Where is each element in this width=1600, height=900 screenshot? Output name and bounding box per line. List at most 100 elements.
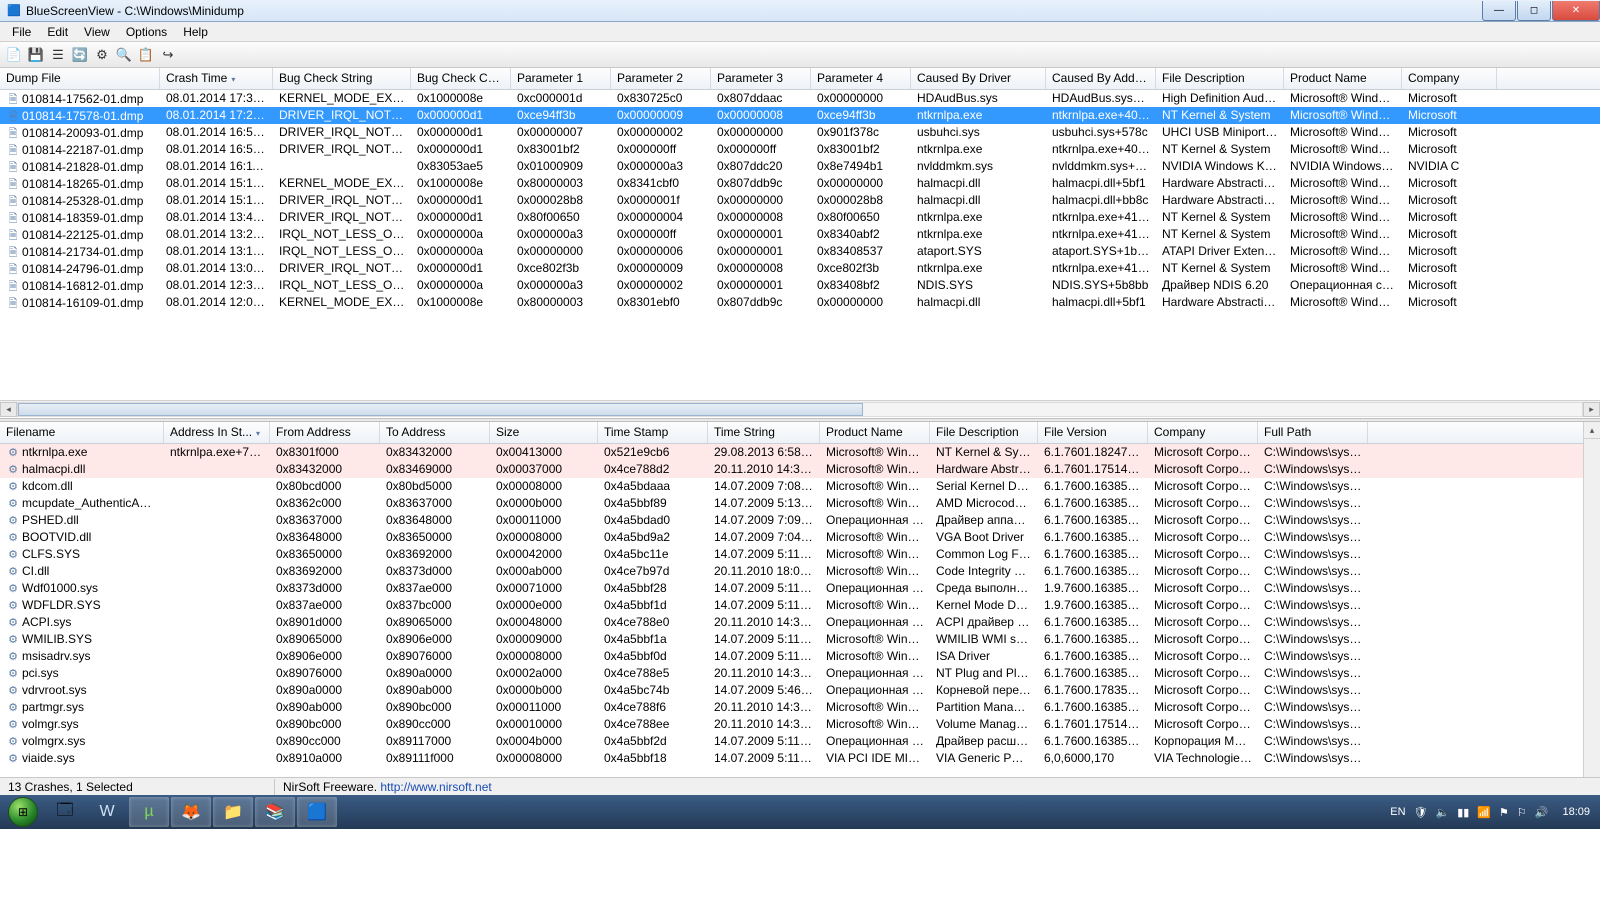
table-row[interactable]: ⚙volmgrx.sys0x890cc0000x891170000x0004b0… [0, 733, 1583, 750]
properties-icon[interactable]: ☰ [48, 45, 68, 65]
column-header[interactable]: Time Stamp [598, 422, 708, 443]
table-row[interactable]: 🗎010814-17578-01.dmp08.01.2014 17:27:10D… [0, 107, 1600, 124]
column-header[interactable]: Product Name [820, 422, 930, 443]
refresh-icon[interactable]: 🔄 [70, 45, 90, 65]
column-header[interactable]: Parameter 3 [711, 68, 811, 89]
tray-speaker-icon[interactable]: 🔈 [1436, 806, 1450, 819]
module-list-header[interactable]: FilenameAddress In St...▾From AddressTo … [0, 422, 1583, 444]
menu-edit[interactable]: Edit [39, 23, 76, 41]
table-row[interactable]: ⚙CLFS.SYS0x836500000x836920000x000420000… [0, 546, 1583, 563]
table-row[interactable]: 🗎010814-16812-01.dmp08.01.2014 12:39:01I… [0, 277, 1600, 294]
table-row[interactable]: ⚙CI.dll0x836920000x8373d0000x000ab0000x4… [0, 563, 1583, 580]
column-header[interactable]: Parameter 2 [611, 68, 711, 89]
module-list-vscrollbar[interactable]: ▴ [1583, 422, 1600, 777]
column-header[interactable]: Bug Check String [273, 68, 411, 89]
find-icon[interactable]: 🔍 [114, 45, 134, 65]
table-row[interactable]: 🗎010814-16109-01.dmp08.01.2014 12:00:44K… [0, 294, 1600, 311]
column-header[interactable]: Crash Time▾ [160, 68, 273, 89]
table-row[interactable]: 🗎010814-18359-01.dmp08.01.2014 13:44:50D… [0, 209, 1600, 226]
table-row[interactable]: ⚙kdcom.dll0x80bcd0000x80bd50000x00008000… [0, 478, 1583, 495]
table-row[interactable]: ⚙WDFLDR.SYS0x837ae0000x837bc0000x0000e00… [0, 597, 1583, 614]
column-header[interactable]: To Address [380, 422, 490, 443]
menu-file[interactable]: File [4, 23, 39, 41]
table-row[interactable]: 🗎010814-24796-01.dmp08.01.2014 13:07:15D… [0, 260, 1600, 277]
table-row[interactable]: ⚙PSHED.dll0x836370000x836480000x00011000… [0, 512, 1583, 529]
column-header[interactable]: From Address [270, 422, 380, 443]
options-icon[interactable]: ⚙ [92, 45, 112, 65]
tray-lang[interactable]: EN [1390, 806, 1405, 818]
module-list-body[interactable]: ⚙ntkrnlpa.exentkrnlpa.exe+7a7630x8301f00… [0, 444, 1583, 776]
tray-flag-icon[interactable]: ⚑ [1499, 806, 1509, 819]
table-row[interactable]: ⚙ACPI.sys0x8901d0000x890650000x000480000… [0, 614, 1583, 631]
taskbar-folder-icon[interactable]: 📁 [213, 797, 253, 827]
tray-network-icon[interactable]: 📶 [1477, 806, 1491, 819]
column-header[interactable]: Bug Check Code [411, 68, 511, 89]
scroll-up-icon[interactable]: ▴ [1584, 422, 1600, 439]
table-row[interactable]: ⚙pci.sys0x890760000x890a00000x0002a0000x… [0, 665, 1583, 682]
column-header[interactable]: Parameter 4 [811, 68, 911, 89]
column-header[interactable]: File Description [1156, 68, 1284, 89]
tray-shield-icon[interactable]: 🛡 [1414, 806, 1428, 819]
system-tray[interactable]: EN 🛡 🔈 ▮▮ 📶 ⚑ ⚐ 🔊 18:09 [1386, 806, 1598, 819]
column-header[interactable]: Full Path [1258, 422, 1368, 443]
tray-volume-icon[interactable]: 🔊 [1535, 806, 1549, 819]
column-header[interactable]: Time String [708, 422, 820, 443]
scroll-right-icon[interactable]: ▸ [1583, 402, 1600, 417]
table-row[interactable]: ⚙WMILIB.SYS0x890650000x8906e0000x0000900… [0, 631, 1583, 648]
table-row[interactable]: ⚙partmgr.sys0x890ab0000x890bc0000x000110… [0, 699, 1583, 716]
table-row[interactable]: 🗎010814-22125-01.dmp08.01.2014 13:24:36I… [0, 226, 1600, 243]
table-row[interactable]: 🗎010814-18265-01.dmp08.01.2014 15:16:36K… [0, 175, 1600, 192]
column-header[interactable]: Size [490, 422, 598, 443]
scroll-thumb[interactable] [18, 403, 863, 416]
table-row[interactable]: 🗎010814-25328-01.dmp08.01.2014 15:13:25D… [0, 192, 1600, 209]
open-icon[interactable]: 📄 [4, 45, 24, 65]
table-row[interactable]: ⚙vdrvroot.sys0x890a00000x890ab0000x0000b… [0, 682, 1583, 699]
crash-list-hscrollbar[interactable]: ◂ ▸ [0, 400, 1600, 417]
table-row[interactable]: ⚙msisadrv.sys0x8906e0000x890760000x00008… [0, 648, 1583, 665]
column-header[interactable]: File Description [930, 422, 1038, 443]
table-row[interactable]: ⚙ntkrnlpa.exentkrnlpa.exe+7a7630x8301f00… [0, 444, 1583, 461]
maximize-button[interactable]: ◻ [1517, 1, 1551, 21]
tray-action-icon[interactable]: ⚐ [1517, 806, 1527, 819]
table-row[interactable]: ⚙BOOTVID.dll0x836480000x836500000x000080… [0, 529, 1583, 546]
table-row[interactable]: 🗎010814-21828-01.dmp08.01.2014 16:11:570… [0, 158, 1600, 175]
taskbar-word-icon[interactable]: W [87, 797, 127, 827]
taskbar-explorer-icon[interactable]: 🗔 [45, 797, 85, 827]
scroll-left-icon[interactable]: ◂ [0, 402, 17, 417]
table-row[interactable]: 🗎010814-20093-01.dmp08.01.2014 16:59:02D… [0, 124, 1600, 141]
table-row[interactable]: ⚙viaide.sys0x8910a0000x89111f0000x000080… [0, 750, 1583, 767]
tray-app-icon[interactable]: ▮▮ [1457, 806, 1469, 819]
copy-icon[interactable]: 📋 [136, 45, 156, 65]
table-row[interactable]: ⚙Wdf01000.sys0x8373d0000x837ae0000x00071… [0, 580, 1583, 597]
table-row[interactable]: 🗎010814-17562-01.dmp08.01.2014 17:30:18K… [0, 90, 1600, 107]
taskbar-firefox-icon[interactable]: 🦊 [171, 797, 211, 827]
start-button[interactable]: ⊞ [2, 796, 44, 828]
column-header[interactable]: Dump File [0, 68, 160, 89]
column-header[interactable]: Product Name [1284, 68, 1402, 89]
crash-list-body[interactable]: 🗎010814-17562-01.dmp08.01.2014 17:30:18K… [0, 90, 1600, 400]
table-row[interactable]: ⚙mcupdate_AuthenticAMD.dll0x8362c0000x83… [0, 495, 1583, 512]
column-header[interactable]: Address In St...▾ [164, 422, 270, 443]
column-header[interactable]: Caused By Driver [911, 68, 1046, 89]
column-header[interactable]: Company [1148, 422, 1258, 443]
save-icon[interactable]: 💾 [26, 45, 46, 65]
table-row[interactable]: 🗎010814-21734-01.dmp08.01.2014 13:16:33I… [0, 243, 1600, 260]
table-row[interactable]: ⚙volmgr.sys0x890bc0000x890cc0000x0001000… [0, 716, 1583, 733]
nirsoft-link[interactable]: http://www.nirsoft.net [380, 780, 491, 794]
crash-list-header[interactable]: Dump FileCrash Time▾Bug Check StringBug … [0, 68, 1600, 90]
column-header[interactable]: Filename [0, 422, 164, 443]
column-header[interactable]: Parameter 1 [511, 68, 611, 89]
taskbar-bluescreenview-icon[interactable]: 🟦 [297, 797, 337, 827]
exit-icon[interactable]: ↪ [158, 45, 178, 65]
column-header[interactable]: Company [1402, 68, 1497, 89]
menu-help[interactable]: Help [175, 23, 216, 41]
column-header[interactable]: Caused By Address [1046, 68, 1156, 89]
taskbar-utorrent-icon[interactable]: µ [129, 797, 169, 827]
table-row[interactable]: ⚙halmacpi.dll0x834320000x834690000x00037… [0, 461, 1583, 478]
tray-clock[interactable]: 18:09 [1562, 806, 1590, 818]
menu-view[interactable]: View [76, 23, 118, 41]
column-header[interactable]: File Version [1038, 422, 1148, 443]
table-row[interactable]: 🗎010814-22187-01.dmp08.01.2014 16:52:47D… [0, 141, 1600, 158]
close-button[interactable]: ✕ [1552, 1, 1600, 21]
taskbar-winrar-icon[interactable]: 📚 [255, 797, 295, 827]
